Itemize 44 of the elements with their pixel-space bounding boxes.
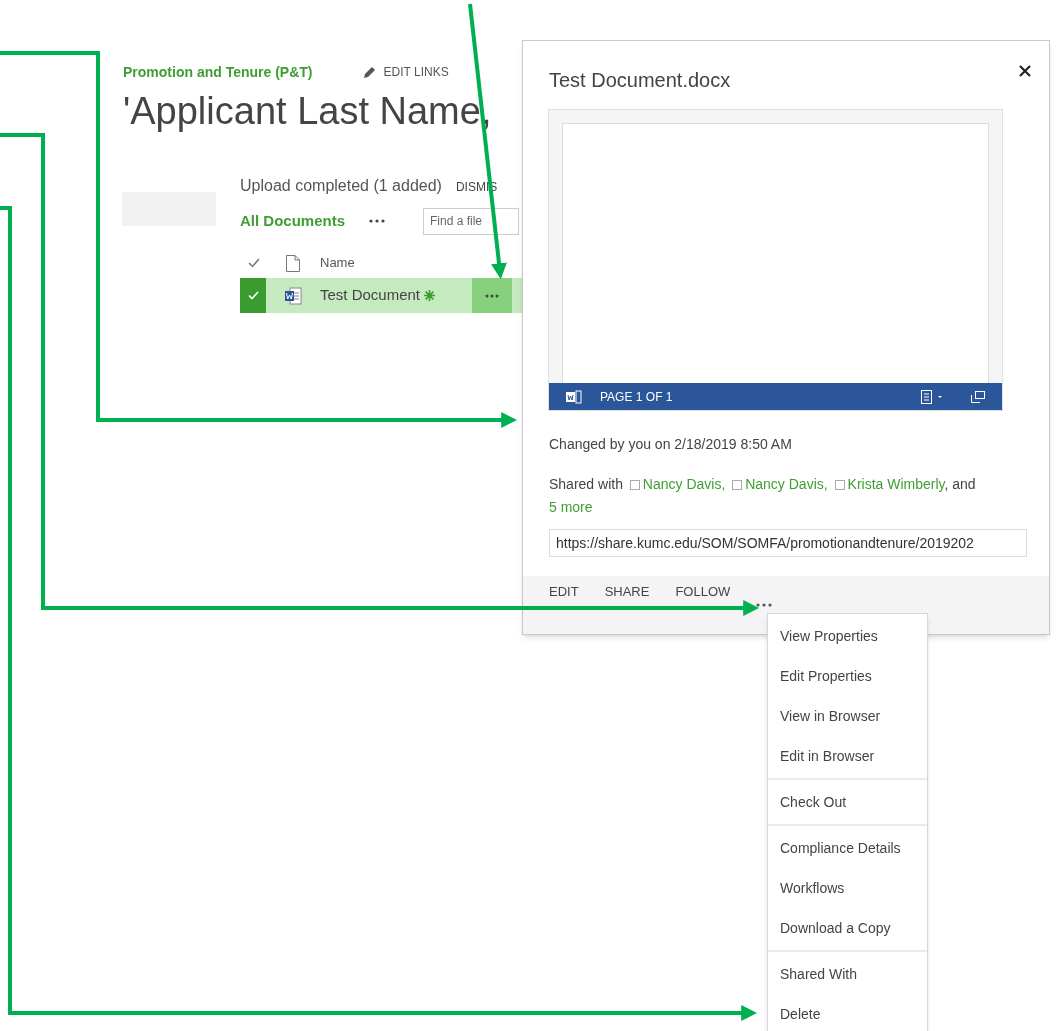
menu-item[interactable]: View Properties bbox=[768, 616, 927, 656]
edit-links-link[interactable]: EDIT LINKS bbox=[362, 63, 449, 81]
menu-item[interactable]: Delete bbox=[768, 994, 927, 1031]
menu-item[interactable]: Download a Copy bbox=[768, 908, 927, 948]
reading-view-icon[interactable] bbox=[921, 389, 943, 404]
callout-action-link[interactable]: SHARE bbox=[604, 582, 650, 602]
menu-item[interactable]: Compliance Details bbox=[768, 828, 927, 868]
close-icon[interactable] bbox=[1019, 65, 1031, 77]
popout-icon[interactable] bbox=[971, 390, 985, 403]
menu-item[interactable]: Workflows bbox=[768, 868, 927, 908]
person-link[interactable]: Krista Wimberly bbox=[847, 476, 945, 492]
document-name-link[interactable]: Test Document bbox=[320, 284, 421, 307]
more-people-link[interactable]: 5 more bbox=[549, 499, 593, 515]
word-icon bbox=[566, 389, 582, 404]
search-field[interactable]: Find a file bbox=[423, 207, 519, 235]
callout-title: Test Document.docx bbox=[549, 68, 731, 93]
changed-info-text: Changed by you on 2/18/2019 8:50 AM bbox=[548, 435, 793, 454]
callout-action-link[interactable]: FOLLOW bbox=[675, 582, 731, 602]
pencil-icon bbox=[362, 65, 376, 79]
more-icon bbox=[485, 293, 499, 298]
person-link[interactable]: Nancy Davis, bbox=[642, 476, 726, 492]
checkmark-icon[interactable] bbox=[248, 258, 260, 268]
shared-with-text: Shared with Nancy Davis, Nancy Davis, Krista Wimberly, and 5 more bbox=[548, 475, 977, 517]
word-document-icon bbox=[284, 286, 302, 305]
presence-square-icon bbox=[834, 480, 845, 490]
column-header[interactable]: Name bbox=[320, 253, 355, 273]
presence-square-icon bbox=[732, 480, 743, 490]
row-checkbox[interactable] bbox=[240, 278, 266, 313]
menu-item[interactable]: Shared With bbox=[768, 954, 927, 994]
menu-item[interactable]: Edit in Browser bbox=[768, 736, 927, 776]
page-indicator: PAGE 1 OF 1 bbox=[600, 388, 673, 406]
presence-square-icon bbox=[629, 480, 640, 490]
more-icon[interactable] bbox=[369, 219, 385, 223]
person-link[interactable]: Nancy Davis, bbox=[745, 476, 828, 492]
menu-item[interactable]: Edit Properties bbox=[768, 656, 927, 696]
checkmark-icon bbox=[247, 291, 259, 300]
document-preview[interactable]: PAGE 1 OF 1 bbox=[548, 109, 1003, 411]
url-field[interactable]: https://share.kumc.edu/SOM/SOMFA/promotionandtenure/2019202 bbox=[549, 529, 1027, 557]
callout-action-link[interactable]: EDIT bbox=[549, 582, 579, 602]
upload-status-text: Upload completed (1 added) bbox=[240, 176, 442, 196]
menu-item[interactable]: Check Out bbox=[768, 782, 927, 822]
document-icon bbox=[286, 254, 300, 272]
more-icon[interactable] bbox=[756, 603, 773, 607]
menu-item[interactable]: View in Browser bbox=[768, 696, 927, 736]
